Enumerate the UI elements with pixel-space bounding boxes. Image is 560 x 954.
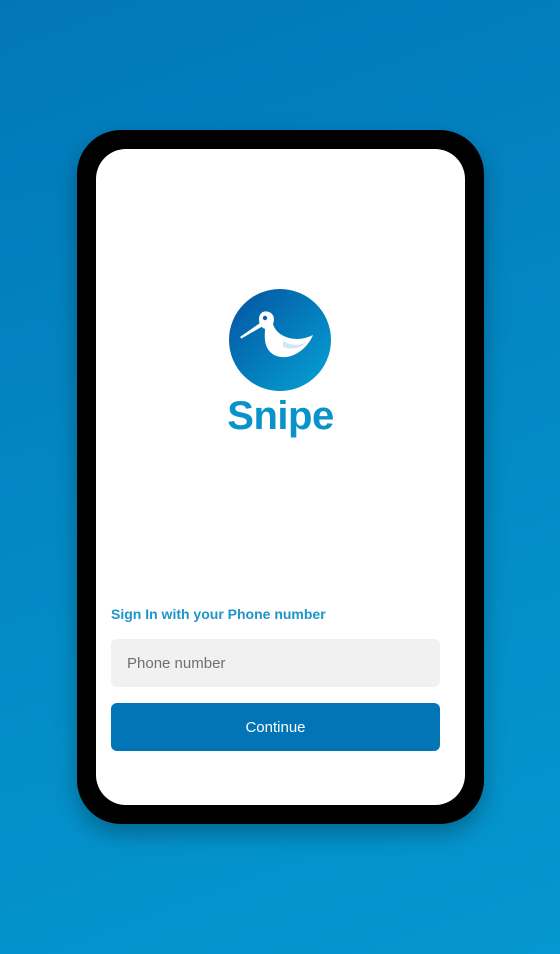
continue-button[interactable]: Continue [111,703,440,751]
phone-number-input[interactable] [111,639,440,687]
snipe-bird-icon [229,289,331,391]
signin-label: Sign In with your Phone number [111,606,326,622]
app-screen: Snipe Sign In with your Phone number Con… [96,149,465,805]
phone-frame: Snipe Sign In with your Phone number Con… [77,130,484,824]
app-name: Snipe [227,394,334,438]
